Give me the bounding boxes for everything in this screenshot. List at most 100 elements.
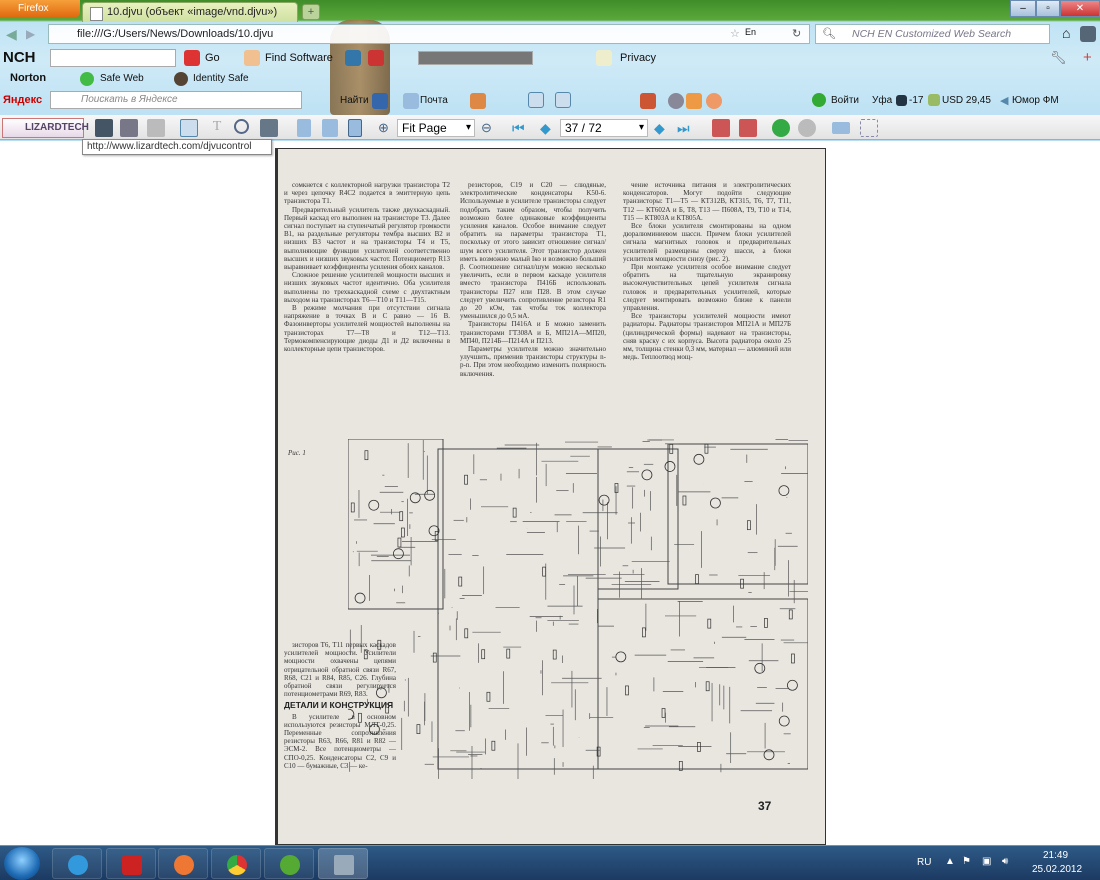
hand-tool-icon[interactable] [180, 119, 198, 137]
yandex-app-icon[interactable] [686, 93, 702, 109]
actual-size-icon[interactable] [348, 119, 362, 137]
schematic-line [481, 649, 486, 660]
save-icon[interactable] [95, 119, 113, 137]
lizardtech-logo-button[interactable]: LIZARDTECH [2, 118, 89, 138]
search-engine-icon[interactable]: 🔍︎ [822, 27, 836, 40]
taskbar-chrome[interactable] [211, 848, 261, 879]
text-select-icon[interactable]: T [208, 119, 226, 137]
fit-page-icon[interactable] [297, 119, 311, 137]
tooltip: http://www.lizardtech.com/djvucontrol [82, 139, 272, 155]
clock-date[interactable]: 25.02.2012 [1032, 864, 1082, 875]
url-input[interactable]: file:///G:/Users/News/Downloads/10.djvu [48, 24, 810, 44]
volume-icon[interactable]: 🔊︎ [1002, 856, 1008, 867]
schematic-line [432, 652, 437, 663]
youtube-icon[interactable] [368, 50, 384, 66]
maximize-button[interactable]: ▫ [1036, 0, 1060, 17]
weather-city[interactable]: Уфа [872, 95, 892, 106]
zoom-in-icon[interactable]: ⊕ [378, 120, 389, 136]
page-select[interactable]: 37 / 72 [560, 119, 648, 137]
rotate-left-icon[interactable] [712, 119, 730, 137]
taskbar-djvu-window[interactable] [318, 848, 368, 879]
close-button[interactable]: ✕ [1060, 0, 1100, 17]
last-page-icon[interactable]: ⏭ [677, 120, 690, 137]
forward-icon[interactable]: ▶ [26, 27, 35, 41]
yandex-search-input[interactable]: Поискать в Яндексе [50, 91, 302, 109]
first-page-icon[interactable]: ⏮ [512, 120, 525, 137]
go-button[interactable]: Go [205, 52, 220, 64]
schematic-line [763, 749, 775, 761]
back-icon[interactable]: ◀ [6, 26, 17, 43]
radio-station[interactable]: Юмор ФМ [1012, 95, 1059, 106]
back-history-icon[interactable] [772, 119, 790, 137]
clock-time[interactable]: 21:49 [1043, 850, 1068, 861]
safe-web-button[interactable]: Safe Web [100, 73, 144, 84]
fit-width-icon[interactable] [322, 119, 338, 137]
yandex-page-icon[interactable] [555, 92, 571, 108]
section-heading: ДЕТАЛИ И КОНСТРУКЦИЯ [284, 700, 394, 711]
schematic-line [464, 628, 469, 639]
show-hidden-icons[interactable]: ▲ [945, 856, 955, 867]
web-search-input[interactable]: NCH EN Customized Web Search [815, 24, 1050, 44]
addon-icon[interactable] [1080, 26, 1096, 42]
minimize-button[interactable]: – [1010, 0, 1036, 17]
media-player-widget[interactable] [418, 51, 533, 65]
find-software-button[interactable]: Find Software [265, 52, 333, 64]
action-center-flag-icon[interactable]: ⚑ [962, 856, 971, 867]
wrench-icon[interactable]: 🔧︎ [1050, 50, 1067, 66]
schematic-line [464, 474, 468, 485]
schematic-line [641, 469, 653, 481]
yandex-check-icon[interactable] [528, 92, 544, 108]
language-indicator[interactable]: RU [917, 857, 931, 868]
vk-icon[interactable] [372, 93, 388, 109]
rotate-right-icon[interactable] [739, 119, 757, 137]
reload-icon[interactable]: ↻ [792, 27, 801, 40]
yandex-bookmark-icon[interactable] [640, 93, 656, 109]
currency-rate[interactable]: USD 29,45 [942, 95, 991, 106]
lang-indicator[interactable]: En [745, 27, 756, 37]
document-page[interactable]: сомкнется с коллекторной нагрузки транзи… [275, 148, 826, 845]
yandex-app2-icon[interactable] [706, 93, 722, 109]
select-region-icon[interactable] [260, 119, 278, 137]
forward-history-icon[interactable] [798, 119, 816, 137]
network-icon[interactable]: ▣ [982, 856, 991, 867]
page-number: 37 [758, 799, 772, 813]
speaker-icon[interactable]: ◀ [1000, 94, 1008, 107]
find-binoculars-icon[interactable] [147, 119, 165, 137]
yandex-mail-button[interactable]: Почта [420, 95, 448, 106]
taskbar-zynga[interactable] [106, 848, 156, 879]
tab-10-djvu[interactable]: 10.djvu (объект «image/vnd.djvu») [82, 2, 298, 22]
print-icon[interactable] [120, 119, 138, 137]
thumbnails-icon[interactable] [832, 122, 850, 134]
identity-safe-button[interactable]: Identity Safe [193, 73, 249, 84]
schematic-line [552, 649, 557, 660]
weather-temp[interactable]: -17 [909, 95, 923, 106]
yandex-login-button[interactable]: Войти [831, 95, 859, 106]
add-toolbar-icon[interactable]: + [1083, 49, 1092, 66]
facebook-icon[interactable] [345, 50, 361, 66]
firefox-menu-button[interactable]: Firefox [0, 0, 80, 17]
grid-view-icon[interactable] [860, 119, 878, 137]
taskbar-ie[interactable] [52, 848, 102, 879]
zoom-out-icon[interactable]: ⊖ [481, 120, 492, 136]
yandex-widget-icon[interactable] [470, 93, 486, 109]
paragraph: При монтаже усилителя особое внимание сл… [623, 263, 791, 313]
bookmark-star-icon[interactable]: ☆ [730, 27, 740, 40]
gear-icon[interactable] [668, 93, 684, 109]
zoom-tool-icon[interactable] [234, 119, 249, 134]
yandex-find-button[interactable]: Найти [340, 95, 369, 106]
schematic-line [710, 497, 721, 509]
nch-search-input[interactable] [50, 49, 176, 67]
privacy-button[interactable]: Privacy [620, 52, 656, 64]
yandex-logo[interactable]: Яндекс [3, 94, 42, 106]
start-button[interactable] [4, 847, 40, 880]
next-page-icon[interactable]: ◆ [654, 120, 665, 137]
norton-logo[interactable]: Norton [10, 72, 46, 84]
paragraph: Все блоки усилителя смонтированы на одно… [623, 222, 791, 263]
paragraph: чение источника питания и электролитичес… [623, 181, 791, 222]
new-tab-button[interactable]: + [302, 4, 320, 20]
prev-page-icon[interactable]: ◆ [540, 120, 551, 137]
taskbar-firefox[interactable] [158, 848, 208, 879]
zoom-select[interactable]: Fit Page [397, 119, 475, 137]
home-icon[interactable]: ⌂ [1062, 25, 1070, 41]
taskbar-utorrent[interactable] [264, 848, 314, 879]
